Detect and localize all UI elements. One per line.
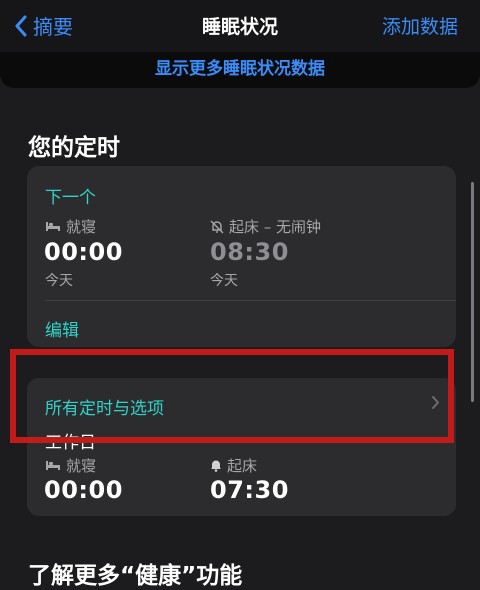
wake-time: 08:30	[210, 238, 289, 266]
highlight-box	[10, 349, 454, 443]
all-wake-time: 07:30	[210, 476, 289, 504]
bedtime-label: 就寝	[45, 216, 96, 237]
next-header: 下一个	[45, 188, 96, 208]
bedtime-time: 00:00	[44, 238, 123, 266]
wake-day: 今天	[210, 273, 238, 289]
bell-icon	[211, 460, 221, 472]
all-bedtime-label: 就寝	[45, 455, 96, 476]
back-button[interactable]: 摘要	[14, 11, 73, 40]
edit-button[interactable]: 编辑	[45, 316, 79, 341]
next-schedule-card: 下一个 就寝 00:00 今天 起床 – 无闹钟 08:30 今天 编辑	[27, 166, 456, 347]
card-divider	[45, 300, 456, 301]
add-data-button[interactable]: 添加数据	[382, 12, 458, 39]
nav-bar: 摘要 睡眠状况 添加数据	[0, 0, 480, 52]
scrollbar[interactable]	[471, 182, 474, 402]
wake-label: 起床 – 无闹钟	[210, 216, 321, 237]
bed-icon	[46, 222, 60, 231]
back-label: 摘要	[33, 15, 73, 39]
schedule-section-title: 您的定时	[28, 135, 120, 161]
bedtime-day: 今天	[45, 273, 73, 289]
bed-icon	[46, 461, 60, 470]
show-more-data-link[interactable]: 显示更多睡眠状况数据	[0, 54, 480, 79]
more-data-strip: 显示更多睡眠状况数据	[0, 52, 480, 88]
all-wake-label: 起床	[210, 455, 257, 476]
learn-more-title: 了解更多“健康”功能	[28, 563, 243, 589]
all-bedtime-time: 00:00	[44, 476, 123, 504]
chevron-left-icon	[15, 15, 27, 36]
alarm-off-icon	[210, 220, 224, 233]
